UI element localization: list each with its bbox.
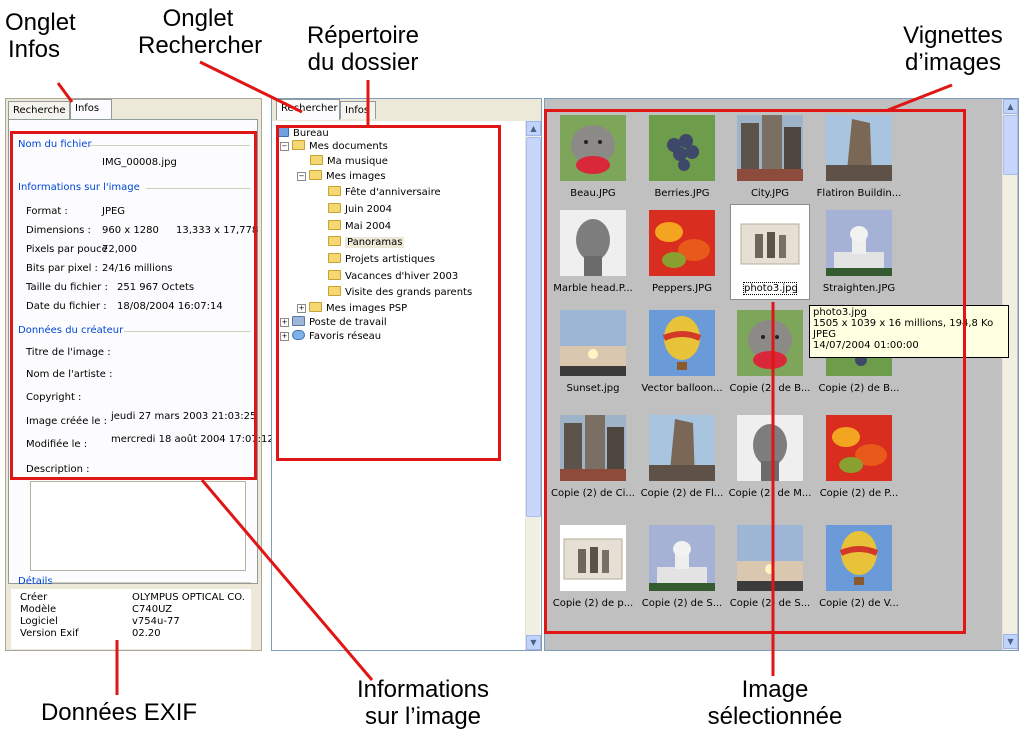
callout-selection: Image sélectionnée — [700, 676, 850, 730]
callout-vignettes: Vignettes d’images — [898, 22, 1008, 76]
callout-repertoire: Répertoire du dossier — [299, 22, 427, 76]
callout-line: Rechercher — [138, 32, 263, 59]
callout-onglet-infos: Onglet Infos — [5, 9, 76, 63]
scroll-up-icon[interactable]: ▲ — [1003, 99, 1018, 114]
callout-line: Vignettes — [903, 22, 1003, 49]
callout-line: du dossier — [307, 49, 419, 76]
scroll-thumb[interactable] — [1003, 115, 1018, 175]
tab-rechercher[interactable]: Rechercher — [276, 99, 340, 120]
scroll-up-icon[interactable]: ▲ — [526, 121, 541, 136]
highlight-info-section — [10, 131, 257, 480]
callout-line: Onglet — [162, 5, 234, 32]
details-value: C740UZ — [132, 604, 173, 615]
callout-line: Image — [741, 676, 809, 703]
callout-informations: Informations sur l’image — [348, 676, 498, 730]
details-key: Version Exif — [20, 628, 79, 639]
scroll-down-icon[interactable]: ▼ — [1003, 634, 1018, 649]
description-field[interactable] — [30, 481, 246, 571]
callout-line: Informations — [356, 676, 490, 703]
callout-onglet-rechercher: Onglet Rechercher — [138, 5, 263, 59]
tab-recherche[interactable]: Recherche — [8, 101, 70, 119]
thumbnail-scrollbar[interactable]: ▲ ▼ — [1002, 99, 1018, 650]
highlight-thumbnails — [544, 109, 966, 634]
callout-exif: Données EXIF — [40, 699, 198, 726]
tree-scrollbar[interactable]: ▲ ▼ — [525, 121, 541, 650]
callout-line: sélectionnée — [707, 703, 843, 730]
details-value: v754u-77 — [132, 616, 180, 627]
scroll-down-icon[interactable]: ▼ — [526, 635, 541, 650]
tab-infos[interactable]: Infos — [70, 99, 112, 120]
highlight-folder-tree — [276, 125, 501, 461]
callout-line: sur l’image — [364, 703, 482, 730]
details-key: Créer — [20, 592, 48, 603]
scroll-thumb[interactable] — [526, 137, 541, 517]
details-value: 02.20 — [132, 628, 161, 639]
callout-line: Infos — [7, 36, 61, 63]
callout-line: d’images — [904, 49, 1002, 76]
details-group-title: Détails — [18, 576, 53, 587]
details-value: OLYMPUS OPTICAL CO. — [132, 592, 245, 603]
callout-line: Onglet — [5, 9, 76, 36]
callout-line: Répertoire — [306, 22, 420, 49]
details-key: Modèle — [20, 604, 57, 615]
tab-infos-tree[interactable]: Infos — [340, 101, 376, 119]
details-key: Logiciel — [20, 616, 58, 627]
